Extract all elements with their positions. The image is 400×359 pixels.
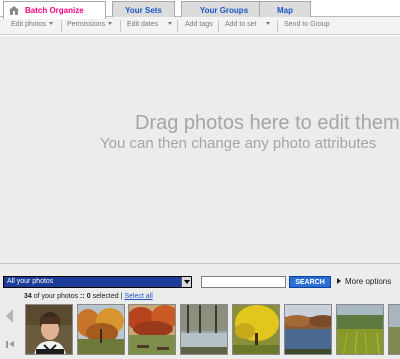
chevron-down-icon xyxy=(108,22,113,25)
selected-count: 0 xyxy=(86,293,91,300)
photo-count-label: of your photos xyxy=(33,293,79,300)
chevron-down-icon xyxy=(265,22,270,25)
add-tags-button[interactable]: Add tags xyxy=(185,21,213,28)
permissions-label: Permissions xyxy=(67,21,106,28)
send-to-group-button[interactable]: Send to Group xyxy=(284,21,330,28)
photo-thumbnail[interactable] xyxy=(180,304,228,355)
toolbar-divider xyxy=(218,20,219,32)
photo-thumbnail[interactable] xyxy=(128,304,176,355)
batch-toolbar: Edit photos Permissions Edit dates Add t… xyxy=(0,17,400,35)
add-to-set-menu[interactable]: Add to set xyxy=(225,21,270,28)
photo-thumbnail[interactable] xyxy=(284,304,332,355)
photo-thumbnail[interactable] xyxy=(388,304,400,355)
selection-status: 34 of your photos :: 0 selected | Select… xyxy=(24,293,153,300)
tab-label: Your Groups xyxy=(199,5,249,15)
chevron-down-icon xyxy=(168,22,173,25)
tab-label: Batch Organize xyxy=(25,6,84,15)
tab-map[interactable]: Map xyxy=(259,1,311,18)
selected-label: selected | xyxy=(92,293,123,300)
scroll-first-icon[interactable] xyxy=(6,340,16,349)
photo-count: 34 xyxy=(24,293,32,300)
toolbar-divider xyxy=(61,20,62,32)
add-to-set-label: Add to set xyxy=(225,21,257,28)
status-separator: :: xyxy=(80,293,85,300)
toolbar-divider xyxy=(177,20,178,32)
tab-label: Your Sets xyxy=(125,5,162,15)
tab-batch-organize[interactable]: Batch Organize xyxy=(3,1,106,19)
photo-thumbnail[interactable] xyxy=(25,304,73,355)
tab-label: Map xyxy=(277,5,293,15)
drop-hint: You can then change any photo attributes xyxy=(100,135,377,152)
photo-filter-value: All your photos xyxy=(7,278,54,285)
tab-your-groups[interactable]: Your Groups xyxy=(181,1,267,18)
photo-thumbnail[interactable] xyxy=(232,304,280,355)
edit-dates-label: Edit dates xyxy=(127,21,159,28)
triangle-right-icon xyxy=(337,278,341,284)
drop-instruction: Drag photos here to edit them xyxy=(135,112,400,134)
toolbar-divider xyxy=(120,20,121,32)
chevron-down-icon[interactable] xyxy=(181,277,191,287)
permissions-menu[interactable]: Permissions xyxy=(67,21,113,28)
edit-photos-menu[interactable]: Edit photos xyxy=(11,21,54,28)
add-tags-label: Add tags xyxy=(185,21,213,28)
home-icon xyxy=(9,6,19,15)
tab-bar: Batch Organize Your Sets Your Groups Map xyxy=(0,0,400,19)
toolbar-divider xyxy=(277,20,278,32)
edit-dates-menu[interactable]: Edit dates xyxy=(127,21,173,28)
search-button[interactable]: SEARCH xyxy=(289,276,331,288)
scroll-left-icon[interactable] xyxy=(6,309,13,323)
more-options-label: More options xyxy=(345,277,392,286)
tab-your-sets[interactable]: Your Sets xyxy=(112,1,175,18)
more-options-link[interactable]: More options xyxy=(337,277,391,286)
send-to-group-label: Send to Group xyxy=(284,21,330,28)
select-all-link[interactable]: Select all xyxy=(124,293,152,300)
edit-photos-label: Edit photos xyxy=(11,21,47,28)
chevron-down-icon xyxy=(49,22,54,25)
photo-thumbnail[interactable] xyxy=(336,304,384,355)
search-input[interactable] xyxy=(201,276,286,288)
photo-thumbnail[interactable] xyxy=(77,304,125,355)
drop-area[interactable]: Drag photos here to edit them You can th… xyxy=(0,36,400,263)
photo-filter-select[interactable]: All your photos xyxy=(3,276,192,288)
